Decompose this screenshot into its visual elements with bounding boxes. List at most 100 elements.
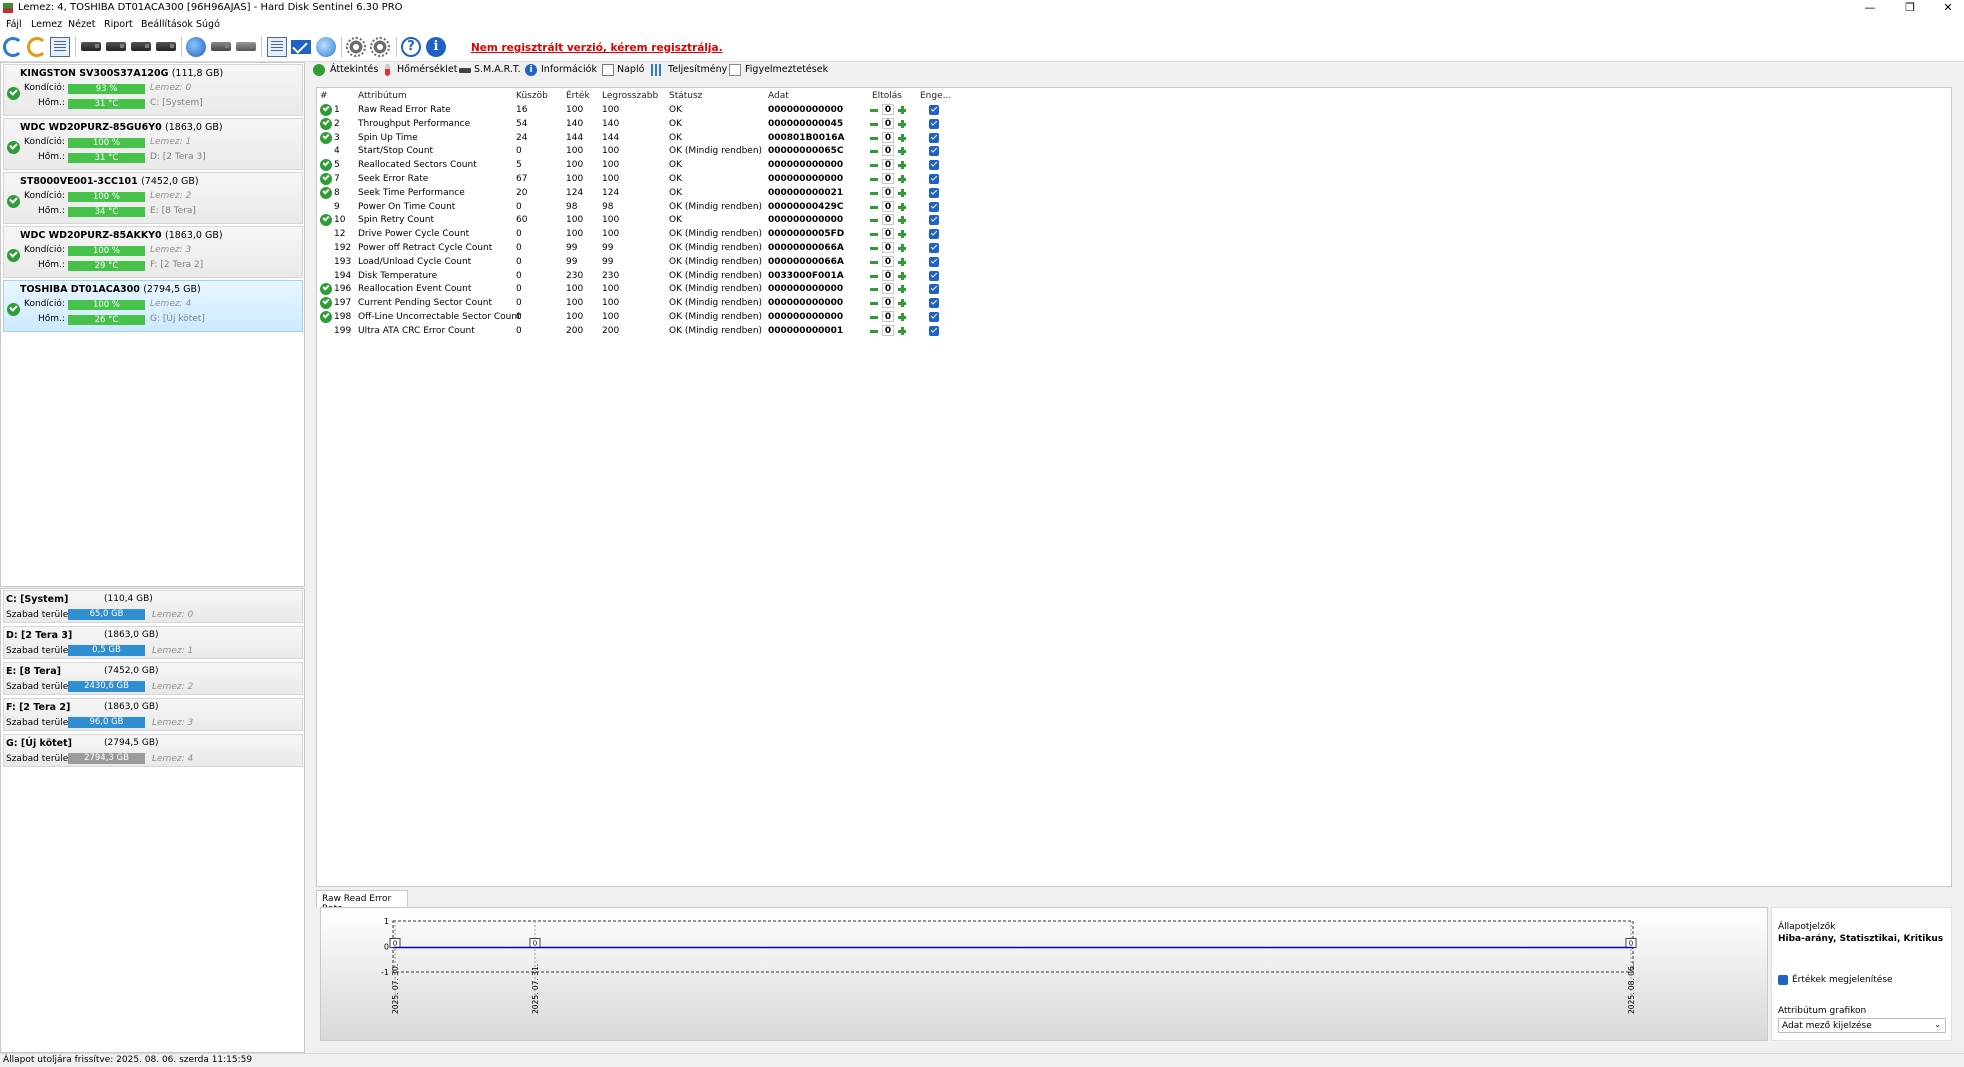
decrease-offset-button[interactable]: [869, 312, 879, 322]
tab-information[interactable]: Információk: [541, 64, 597, 80]
offset-value[interactable]: 0: [882, 173, 894, 184]
increase-offset-button[interactable]: [897, 312, 907, 322]
increase-offset-button[interactable]: [897, 284, 907, 294]
increase-offset-button[interactable]: [897, 243, 907, 253]
decrease-offset-button[interactable]: [869, 202, 879, 212]
enabled-checkbox[interactable]: [929, 105, 939, 115]
enabled-checkbox[interactable]: [929, 201, 939, 212]
increase-offset-button[interactable]: [897, 271, 907, 281]
menu-file[interactable]: Fájl: [6, 19, 22, 30]
increase-offset-button[interactable]: [897, 174, 907, 184]
offset-value[interactable]: 0: [882, 159, 894, 171]
offset-value[interactable]: 0: [882, 117, 894, 129]
table-row[interactable]: 198 Off-Line Uncorrectable Sector Count 0 1…: [317, 310, 957, 324]
volume-item[interactable]: D: [2 Tera 3] (1863,0 GB) Szabad terület 0,…: [3, 626, 303, 659]
increase-offset-button[interactable]: [897, 119, 907, 129]
increase-offset-button[interactable]: [897, 160, 907, 170]
offset-value[interactable]: 0: [882, 324, 894, 336]
refresh-icon[interactable]: [3, 37, 23, 57]
disk-item[interactable]: ST8000VE001-3CC101 (7452,0 GB) Kondíció: 1…: [3, 172, 303, 224]
disk-item[interactable]: WDC WD20PURZ-85AKKY0 (1863,0 GB) Kondíció…: [3, 226, 303, 278]
col-worst[interactable]: Legrosszabb: [602, 91, 658, 101]
menu-report[interactable]: Riport: [104, 19, 133, 30]
table-row[interactable]: 4 Start/Stop Count 0 100 100 OK (Mindig rendb…: [317, 144, 957, 158]
settings-advanced-icon[interactable]: [370, 37, 390, 57]
increase-offset-button[interactable]: [897, 202, 907, 212]
table-row[interactable]: 1 Raw Read Error Rate 16 100 100 OK 0000000000…: [317, 103, 957, 117]
col-id[interactable]: #: [320, 91, 328, 101]
disk-item[interactable]: WDC WD20PURZ-85GU6Y0 (1863,0 GB) Kondíció…: [3, 118, 303, 170]
table-row[interactable]: 197 Current Pending Sector Count 0 100 100 OK…: [317, 296, 957, 310]
enabled-checkbox[interactable]: [929, 118, 939, 129]
enabled-checkbox[interactable]: [929, 270, 939, 281]
help-icon[interactable]: ?: [401, 37, 421, 57]
table-row[interactable]: 7 Seek Error Rate 67 100 100 OK 000000000000 0: [317, 172, 957, 186]
decrease-offset-button[interactable]: [869, 119, 879, 129]
list-icon[interactable]: [50, 37, 70, 57]
enabled-checkbox[interactable]: [929, 298, 939, 309]
offset-value[interactable]: 0: [882, 228, 894, 240]
decrease-offset-button[interactable]: [869, 146, 879, 156]
enabled-checkbox[interactable]: [929, 312, 939, 322]
menu-settings[interactable]: Beállítások: [141, 19, 193, 30]
increase-offset-button[interactable]: [897, 257, 907, 267]
tab-temperature[interactable]: Hőmérséklet: [397, 64, 457, 80]
tab-alerts[interactable]: Figyelmeztetések: [745, 64, 828, 80]
table-row[interactable]: 9 Power On Time Count 0 98 98 OK (Mindig rend…: [317, 200, 957, 214]
report-icon[interactable]: [267, 37, 287, 57]
show-values-checkbox[interactable]: [1778, 975, 1788, 985]
tab-overview[interactable]: Áttekintés: [330, 64, 378, 80]
volume-item[interactable]: G: [Új kötet] (2794,5 GB) Szabad terület 27…: [3, 734, 303, 767]
increase-offset-button[interactable]: [897, 215, 907, 225]
tab-log[interactable]: Napló: [617, 64, 644, 80]
offset-value[interactable]: 0: [882, 186, 894, 198]
globe-icon[interactable]: [186, 37, 206, 57]
enabled-checkbox[interactable]: [929, 243, 939, 253]
table-row[interactable]: 192 Power off Retract Cycle Count 0 99 99 OK …: [317, 241, 957, 255]
increase-offset-button[interactable]: [897, 188, 907, 198]
col-offset[interactable]: Eltolás: [872, 91, 902, 101]
decrease-offset-button[interactable]: [869, 298, 879, 308]
minimize-button[interactable]: —: [1853, 0, 1887, 16]
menu-view[interactable]: Nézet: [68, 19, 96, 30]
decrease-offset-button[interactable]: [869, 257, 879, 267]
offset-value[interactable]: 0: [882, 242, 894, 253]
close-button[interactable]: ✕: [1931, 0, 1964, 16]
printer-icon[interactable]: [211, 42, 231, 51]
enabled-checkbox[interactable]: [929, 325, 939, 336]
decrease-offset-button[interactable]: [869, 243, 879, 253]
disk-item[interactable]: KINGSTON SV300S37A120G (111,8 GB) Kondíci…: [3, 64, 303, 116]
disk-icon[interactable]: [81, 42, 101, 51]
info-icon[interactable]: i: [426, 37, 446, 57]
volume-item[interactable]: E: [8 Tera] (7452,0 GB) Szabad terület 2430…: [3, 662, 303, 695]
enabled-checkbox[interactable]: [929, 229, 939, 240]
increase-offset-button[interactable]: [897, 133, 907, 143]
mail-icon[interactable]: [291, 40, 311, 54]
col-value[interactable]: Érték: [566, 91, 590, 101]
offset-value[interactable]: 0: [882, 200, 894, 212]
graph-tab[interactable]: Raw Read Error Rate: [316, 890, 408, 914]
increase-offset-button[interactable]: [897, 146, 907, 156]
decrease-offset-button[interactable]: [869, 229, 879, 239]
col-threshold[interactable]: Küszöb: [516, 91, 548, 101]
table-row[interactable]: 5 Reallocated Sectors Count 5 100 100 OK 00000…: [317, 158, 957, 172]
decrease-offset-button[interactable]: [869, 105, 879, 115]
offset-value[interactable]: 0: [882, 145, 894, 157]
enabled-checkbox[interactable]: [929, 256, 939, 267]
col-attribute[interactable]: Attribútum: [358, 91, 407, 101]
decrease-offset-button[interactable]: [869, 271, 879, 281]
enabled-checkbox[interactable]: [929, 187, 939, 198]
enabled-checkbox[interactable]: [929, 215, 939, 226]
table-row[interactable]: 193 Load/Unload Cycle Count 0 99 99 OK (Mindi…: [317, 255, 957, 269]
decrease-offset-button[interactable]: [869, 174, 879, 184]
disk-ok-icon[interactable]: [131, 42, 151, 51]
increase-offset-button[interactable]: [897, 326, 907, 336]
offset-value[interactable]: 0: [882, 311, 894, 322]
enabled-checkbox[interactable]: [929, 160, 939, 171]
enabled-checkbox[interactable]: [929, 174, 939, 184]
col-enabled[interactable]: Enge...: [920, 91, 951, 101]
settings-icon[interactable]: [346, 37, 366, 57]
decrease-offset-button[interactable]: [869, 160, 879, 170]
decrease-offset-button[interactable]: [869, 215, 879, 225]
table-row[interactable]: 3 Spin Up Time 24 144 144 OK 000801B0016A 0: [317, 131, 957, 145]
